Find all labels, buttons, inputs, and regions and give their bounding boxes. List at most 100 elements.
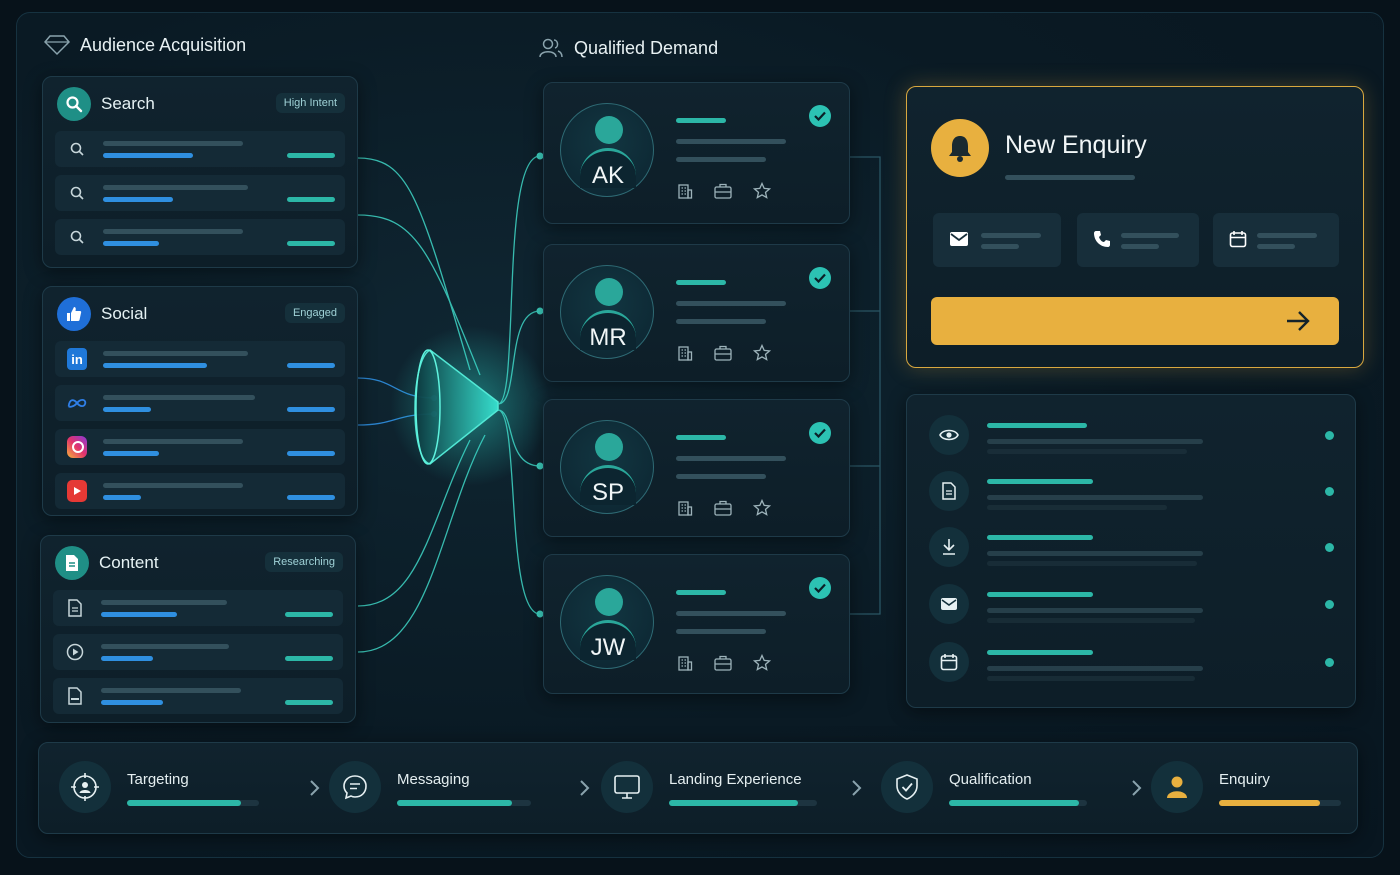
list-item[interactable] — [55, 429, 345, 465]
briefcase-icon[interactable] — [714, 183, 732, 204]
pipeline-bar: Targeting Messaging Landing Experience Q… — [38, 742, 1358, 834]
file-icon — [65, 598, 85, 618]
user-icon — [1151, 761, 1203, 813]
download-icon — [929, 527, 969, 567]
building-icon[interactable] — [677, 183, 693, 204]
stage-progress-track — [1219, 800, 1341, 806]
linkedin-icon: in — [67, 348, 87, 370]
arrow-right-icon — [1285, 310, 1311, 337]
status-dot — [1325, 431, 1334, 440]
star-icon[interactable] — [752, 653, 772, 677]
list-item[interactable] — [53, 678, 343, 714]
list-item[interactable] — [53, 590, 343, 626]
star-icon[interactable] — [752, 181, 772, 205]
briefcase-icon[interactable] — [714, 500, 732, 521]
calendar-channel[interactable] — [1213, 213, 1339, 267]
demand-title: Qualified Demand — [574, 37, 719, 58]
thumbs-up-icon — [57, 297, 91, 331]
phone-channel[interactable] — [1077, 213, 1199, 267]
acquisition-header: Audience Acquisition — [44, 34, 246, 56]
status-badge: Engaged — [284, 303, 345, 323]
activity-row[interactable] — [929, 415, 1339, 455]
building-icon[interactable] — [677, 345, 693, 366]
content-panel[interactable]: Content Researching — [40, 535, 356, 723]
avatar: JW — [560, 575, 654, 669]
avatar: AK — [560, 103, 654, 197]
briefcase-icon[interactable] — [714, 345, 732, 366]
eye-icon — [929, 415, 969, 455]
status-dot — [1325, 543, 1334, 552]
stage-progress-track — [949, 800, 1087, 806]
submit-enquiry-button[interactable] — [931, 297, 1339, 345]
instagram-icon — [67, 436, 87, 458]
stage-progress-fill — [397, 800, 513, 806]
crosshair-user-icon — [59, 761, 111, 813]
star-icon[interactable] — [752, 343, 772, 367]
check-icon — [809, 577, 831, 599]
pipeline-stage-qualification[interactable]: Qualification — [881, 761, 1121, 817]
list-item[interactable] — [55, 385, 345, 421]
mail-icon — [929, 584, 969, 624]
building-icon[interactable] — [677, 655, 693, 676]
activity-row[interactable] — [929, 471, 1339, 511]
check-icon — [809, 267, 831, 289]
lead-card[interactable]: JW — [543, 554, 850, 694]
content-title: Content — [99, 553, 159, 572]
list-item[interactable]: in — [55, 341, 345, 377]
activity-panel — [906, 394, 1356, 708]
search-title: Search — [101, 94, 155, 113]
stage-progress-fill — [949, 800, 1079, 806]
stage-progress-fill — [1219, 800, 1321, 806]
bell-icon — [931, 119, 989, 177]
pipeline-stage-messaging[interactable]: Messaging — [329, 761, 569, 817]
status-dot — [1325, 658, 1334, 667]
users-icon — [539, 38, 563, 58]
stage-label: Enquiry — [1219, 771, 1270, 788]
star-icon[interactable] — [752, 498, 772, 522]
list-item[interactable] — [55, 131, 345, 167]
lead-initials: MR — [589, 324, 627, 351]
list-item[interactable] — [55, 219, 345, 255]
search-panel[interactable]: Search High Intent — [42, 76, 358, 268]
chat-icon — [329, 761, 381, 813]
search-icon — [67, 183, 87, 203]
mail-icon — [949, 231, 969, 252]
stage-progress-track — [127, 800, 259, 806]
pdf-icon — [65, 686, 85, 706]
document-icon — [55, 546, 89, 580]
activity-row[interactable] — [929, 527, 1339, 567]
activity-row[interactable] — [929, 642, 1339, 682]
chevron-right-icon — [309, 779, 321, 802]
status-dot — [1325, 487, 1334, 496]
social-panel[interactable]: Social Engaged in — [42, 286, 358, 516]
stage-progress-track — [669, 800, 817, 806]
youtube-icon — [67, 480, 87, 502]
chevron-right-icon — [579, 779, 591, 802]
lead-card[interactable]: AK — [543, 82, 850, 224]
shield-check-icon — [881, 761, 933, 813]
new-enquiry-card[interactable]: New Enquiry — [906, 86, 1364, 368]
lead-card[interactable]: MR — [543, 244, 850, 382]
avatar: MR — [560, 265, 654, 359]
calendar-icon — [1229, 230, 1247, 253]
diamond-icon — [44, 35, 70, 56]
status-badge: Researching — [265, 552, 343, 572]
list-item[interactable] — [55, 175, 345, 211]
stage-label: Targeting — [127, 771, 189, 788]
avatar: SP — [560, 420, 654, 514]
list-item[interactable] — [53, 634, 343, 670]
building-icon[interactable] — [677, 500, 693, 521]
status-badge: High Intent — [275, 93, 345, 113]
lead-initials: AK — [591, 162, 624, 189]
pipeline-stage-enquiry[interactable]: Enquiry — [1151, 761, 1391, 817]
stage-label: Messaging — [397, 771, 470, 788]
pipeline-stage-targeting[interactable]: Targeting — [59, 761, 299, 817]
activity-row[interactable] — [929, 584, 1339, 624]
briefcase-icon[interactable] — [714, 655, 732, 676]
lead-card[interactable]: SP — [543, 399, 850, 537]
list-item[interactable] — [55, 473, 345, 509]
chevron-right-icon — [1131, 779, 1143, 802]
email-channel[interactable] — [933, 213, 1061, 267]
document-icon — [929, 471, 969, 511]
pipeline-stage-landing-experience[interactable]: Landing Experience — [601, 761, 841, 817]
